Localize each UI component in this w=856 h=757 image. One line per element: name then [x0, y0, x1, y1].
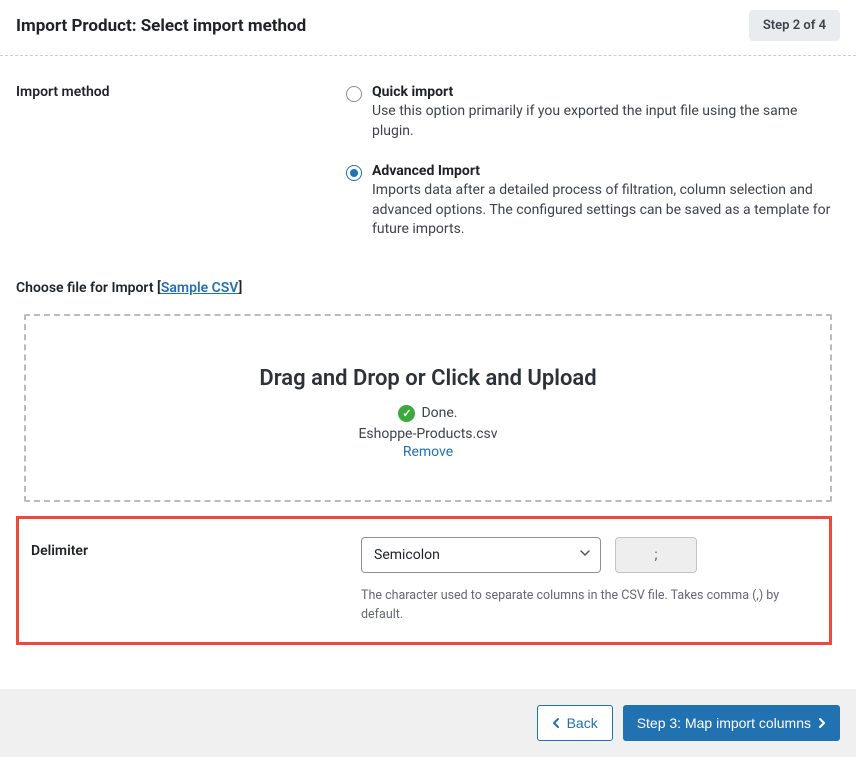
back-button[interactable]: Back	[537, 705, 613, 741]
delimiter-select-value: Semicolon	[374, 547, 440, 563]
choose-file-label: Choose file for Import [Sample CSV]	[16, 280, 840, 296]
dropzone-title: Drag and Drop or Click and Upload	[46, 366, 810, 391]
step-indicator: Step 2 of 4	[749, 10, 840, 41]
uploaded-filename: Eshoppe-Products.csv	[46, 426, 810, 442]
next-button-label: Step 3: Map import columns	[637, 715, 811, 731]
back-button-label: Back	[567, 715, 598, 731]
wizard-header: Import Product: Select import method Ste…	[0, 0, 856, 56]
delimiter-help-text: The character used to separate columns i…	[361, 587, 813, 625]
delimiter-highlight-box: Delimiter Semicolon ; The ch	[16, 516, 832, 646]
radio-icon	[346, 86, 362, 102]
radio-quick-import[interactable]: Quick import Use this option primarily i…	[346, 84, 840, 141]
radio-advanced-import[interactable]: Advanced Import Imports data after a det…	[346, 163, 840, 240]
next-step-button[interactable]: Step 3: Map import columns	[623, 705, 840, 741]
check-circle-icon: ✓	[398, 405, 415, 422]
page-title: Import Product: Select import method	[16, 16, 306, 36]
delimiter-char-display: ;	[615, 537, 697, 573]
import-method-label: Import method	[16, 84, 346, 100]
chevron-left-icon	[552, 717, 561, 729]
wizard-footer: Back Step 3: Map import columns	[0, 689, 856, 757]
radio-description: Imports data after a detailed process of…	[372, 181, 840, 240]
sample-csv-link[interactable]: Sample CSV	[161, 280, 239, 296]
upload-status: ✓ Done.	[46, 405, 810, 422]
delimiter-label: Delimiter	[31, 537, 361, 559]
radio-icon	[346, 165, 362, 181]
file-dropzone[interactable]: Drag and Drop or Click and Upload ✓ Done…	[24, 314, 832, 502]
delimiter-select[interactable]: Semicolon	[361, 537, 601, 573]
radio-description: Use this option primarily if you exporte…	[372, 102, 840, 141]
done-text: Done.	[421, 405, 457, 421]
remove-file-link[interactable]: Remove	[46, 444, 810, 460]
radio-title: Quick import	[372, 84, 840, 100]
chevron-right-icon	[817, 717, 826, 729]
radio-title: Advanced Import	[372, 163, 840, 179]
